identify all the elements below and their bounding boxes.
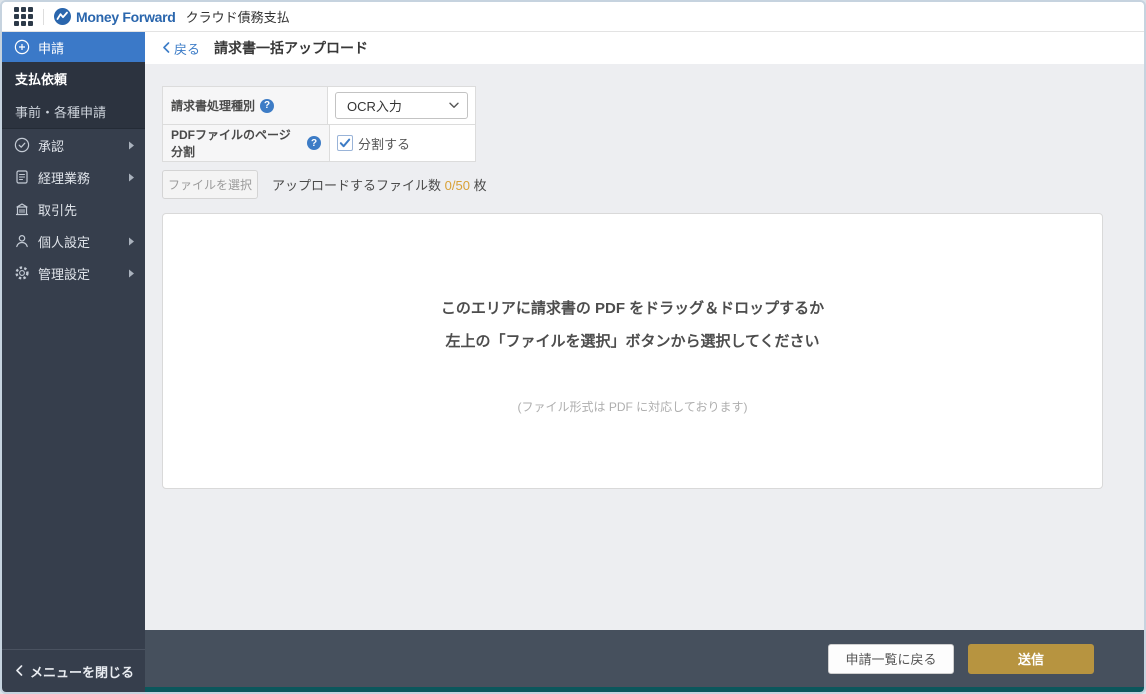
dropzone-instruction-line1: このエリアに請求書の PDF をドラッグ＆ドロップするか	[440, 300, 825, 317]
upload-count-text: アップロードするファイル数 0/50 枚	[272, 178, 487, 193]
chevron-right-icon	[128, 141, 135, 150]
app-window: Money Forward クラウド債務支払 申請 支払依頼 事前・各種申請 承…	[0, 0, 1146, 694]
check-circle-icon	[14, 137, 30, 153]
brand-wordmark: Money Forward	[76, 8, 176, 25]
product-name: クラウド債務支払	[185, 10, 290, 25]
file-select-button[interactable]: ファイルを選択	[162, 170, 258, 199]
top-header-bar: Money Forward クラウド債務支払	[2, 2, 1144, 32]
gear-icon	[14, 265, 30, 281]
pdf-dropzone[interactable]: このエリアに請求書の PDF をドラッグ＆ドロップするか 左上の「ファイルを選択…	[162, 213, 1103, 489]
action-footer: 申請一覧に戻る 送信	[145, 630, 1144, 687]
help-icon[interactable]: ?	[260, 98, 275, 113]
upload-count-value: 0/50	[444, 178, 470, 193]
pdf-split-cell: 分割する	[330, 125, 475, 161]
app-grid-icon[interactable]	[14, 7, 33, 26]
building-icon	[14, 201, 30, 217]
sidebar-item-kojin-settei[interactable]: 個人設定	[2, 225, 145, 257]
processing-type-select[interactable]: OCR入力	[335, 92, 468, 119]
back-to-list-button[interactable]: 申請一覧に戻る	[828, 643, 954, 674]
processing-type-label: 請求書処理種別 ?	[163, 87, 328, 124]
money-forward-logo[interactable]: Money Forward クラウド債務支払	[54, 7, 290, 26]
sidebar-item-kanri-settei[interactable]: 管理設定	[2, 257, 145, 289]
chevron-right-icon	[128, 237, 135, 246]
sidebar-item-keiri-gyoumu[interactable]: 経理業務	[2, 161, 145, 193]
page-title: 請求書一括アップロード	[214, 40, 369, 56]
main-area: 戻る 請求書一括アップロード 請求書処理種別 ? OCR入力 PDFファイルのペ…	[145, 32, 1144, 692]
pdf-split-label: PDFファイルのページ分割 ?	[163, 125, 330, 161]
split-checkbox[interactable]	[337, 135, 353, 151]
breadcrumb: 戻る 請求書一括アップロード	[145, 32, 1144, 64]
sidebar-item-shinsei[interactable]: 申請	[2, 32, 145, 62]
sidebar-item-torihikisaki[interactable]: 取引先	[2, 193, 145, 225]
header-divider	[43, 8, 44, 25]
money-forward-logo-icon	[54, 8, 71, 25]
upload-settings-table: 請求書処理種別 ? OCR入力 PDFファイルのページ分割 ? 分割する	[162, 86, 476, 162]
bottom-accent-strip	[145, 687, 1144, 692]
table-row: PDFファイルのページ分割 ? 分割する	[163, 124, 475, 161]
processing-type-cell: OCR入力	[328, 87, 475, 124]
help-icon[interactable]: ?	[307, 136, 321, 150]
document-icon	[14, 169, 30, 185]
back-link[interactable]: 戻る	[162, 39, 200, 58]
close-menu-button[interactable]: メニューを閉じる	[2, 649, 145, 692]
chevron-left-icon	[15, 664, 23, 679]
sidebar-item-shounin[interactable]: 承認	[2, 129, 145, 161]
sidebar-item-shiharai-irai[interactable]: 支払依頼	[2, 62, 145, 95]
sidebar-item-jizen-kakushu[interactable]: 事前・各種申請	[2, 95, 145, 128]
file-select-row: ファイルを選択 アップロードするファイル数 0/50 枚	[162, 170, 1099, 199]
submit-button[interactable]: 送信	[968, 643, 1094, 674]
person-icon	[14, 233, 30, 249]
sidebar-submenu: 支払依頼 事前・各種申請	[2, 62, 145, 129]
content-area: 請求書処理種別 ? OCR入力 PDFファイルのページ分割 ? 分割する ファイ…	[145, 64, 1144, 630]
sidebar-nav: 申請 支払依頼 事前・各種申請 承認 経理業務 取引先 個人設定 管理設定 メニ…	[2, 32, 145, 692]
split-checkbox-label[interactable]: 分割する	[358, 134, 410, 153]
chevron-right-icon	[128, 173, 135, 182]
plus-circle-icon	[14, 39, 30, 55]
chevron-down-icon	[449, 102, 459, 109]
table-row: 請求書処理種別 ? OCR入力	[163, 87, 475, 124]
dropzone-instruction-line2: 左上の「ファイルを選択」ボタンから選択してください	[445, 333, 820, 350]
chevron-left-icon	[162, 41, 170, 56]
dropzone-format-note: (ファイル形式は PDF に対応しております)	[517, 400, 748, 414]
chevron-right-icon	[128, 269, 135, 278]
